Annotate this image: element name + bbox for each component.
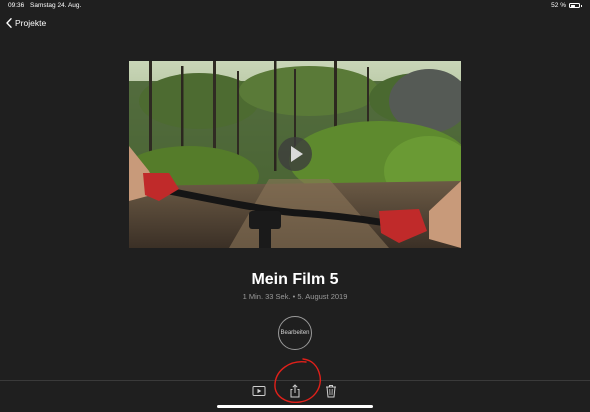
play-icon xyxy=(291,146,303,162)
edit-button-label: Bearbeiten xyxy=(280,330,310,336)
trash-icon xyxy=(326,385,336,398)
annotation-circle xyxy=(274,358,321,403)
battery-indicator: 52 % xyxy=(551,2,582,9)
edit-button[interactable]: Bearbeiten xyxy=(278,316,312,350)
battery-fill xyxy=(570,4,576,7)
chevron-left-icon xyxy=(6,18,12,28)
toolbar-divider xyxy=(0,380,590,381)
back-label: Projekte xyxy=(15,18,47,28)
share-icon xyxy=(290,384,300,398)
home-indicator[interactable] xyxy=(217,405,373,408)
imovie-project-screen: 09:36 Samstag 24. Aug. 52 % Projekte Mei… xyxy=(0,0,590,412)
project-title: Mein Film 5 xyxy=(251,271,339,288)
back-to-projects-button[interactable]: Projekte xyxy=(6,16,46,30)
battery-percentage: 52 % xyxy=(551,2,566,9)
toolbar-share-button[interactable] xyxy=(288,384,302,398)
play-fullscreen-icon xyxy=(252,386,266,396)
project-meta: 1 Min. 33 Sek. • 5. August 2019 xyxy=(242,292,348,301)
status-bar: 09:36 Samstag 24. Aug. 52 % xyxy=(0,0,590,11)
video-preview[interactable] xyxy=(129,61,461,248)
play-button[interactable] xyxy=(278,137,312,171)
status-date: Samstag 24. Aug. xyxy=(30,2,82,9)
toolbar-play-button[interactable] xyxy=(252,384,266,398)
status-time: 09:36 xyxy=(8,2,25,9)
toolbar-delete-button[interactable] xyxy=(324,384,338,398)
battery-tip xyxy=(581,4,582,7)
battery-icon xyxy=(569,3,580,8)
